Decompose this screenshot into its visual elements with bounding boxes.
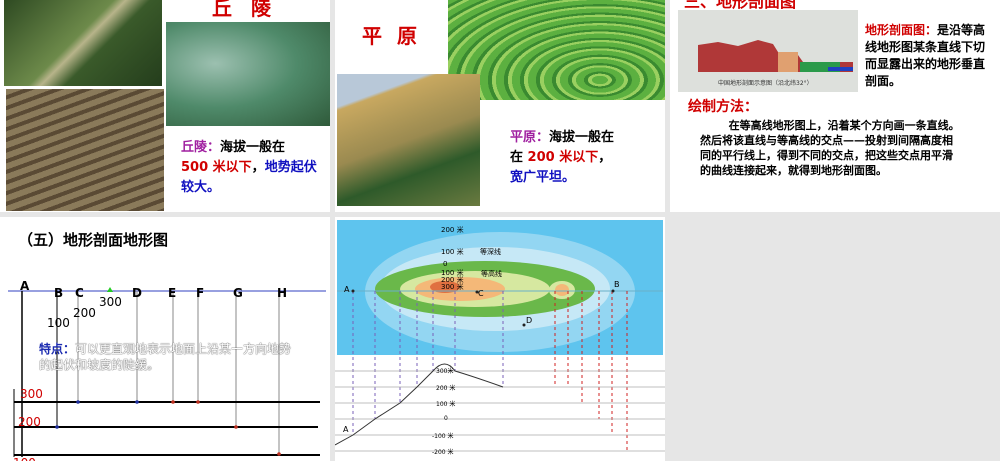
- map-point-d: D: [526, 316, 533, 325]
- profile-construction-drawing: [8, 287, 326, 457]
- profile-level-minus-200: -200 米: [432, 449, 454, 456]
- slide-title: 平 原: [362, 24, 417, 48]
- contour-label-300: 300: [99, 295, 122, 309]
- map-point-c: C: [478, 289, 484, 298]
- map-label-0: 0: [443, 260, 448, 268]
- contour-label-100: 100: [47, 316, 70, 330]
- point-label-c: C: [75, 286, 84, 300]
- map-label-contour-line: 等高线: [481, 270, 502, 278]
- plains-description: 平原：海拔一般在 在 200 米以下， 宽广平坦。: [510, 130, 615, 185]
- profile-level-0: 0: [444, 415, 448, 422]
- point-label-b: B: [54, 286, 64, 300]
- map-point-a: A: [344, 285, 350, 294]
- point-label-d: D: [132, 286, 142, 300]
- map-label-200-depth: 200 米: [441, 226, 464, 234]
- profile-level-100: 100 米: [436, 401, 456, 408]
- feature-text: 特点：可以更直观地表示地面上沿某一方向地势的起伏和坡度的陡缓。: [39, 342, 292, 372]
- method-heading: 绘制方法：: [688, 99, 758, 115]
- profile-level-200: 200 米: [436, 385, 456, 392]
- map-label-300-height: 300 米: [441, 283, 464, 291]
- definition-text: 地形剖面图：是沿等高线地形图某条直线下切而显露出来的地形垂直剖面。: [865, 23, 986, 88]
- profile-point-a: A: [343, 425, 349, 434]
- terraced-fields-photo: [448, 0, 665, 100]
- level-label-200: 200: [18, 415, 41, 429]
- slide-thumbnail-contour-profile[interactable]: 200 米 100 米 等深线 0 100 米 200 米 300 米 等高线 …: [335, 217, 665, 461]
- hills-description: 丘陵：海拔一般在 500 米以下，地势起伏较大。: [181, 140, 317, 195]
- slide-title: 丘 陵: [212, 0, 271, 20]
- map-label-depth-line: 等深线: [480, 248, 501, 256]
- river-plain-photo: [337, 74, 480, 206]
- slide-thumbnail-plains[interactable]: 平 原 平原：海拔一般在 在 200 米以下， 宽广平坦。: [335, 0, 665, 212]
- method-text: 在等高线地形图上，沿着某个方向画一条直线。然后将该直线与等高线的交点——投射到间…: [700, 119, 960, 177]
- point-label-e: E: [168, 286, 177, 300]
- china-profile-figure: 中国地形剖面示意图（沿北纬32°）: [678, 10, 858, 92]
- map-point-b: B: [614, 280, 620, 289]
- village-photo: [4, 0, 162, 86]
- point-label-a: A: [20, 279, 30, 293]
- point-label-g: G: [233, 286, 243, 300]
- map-label-100-depth: 100 米: [441, 248, 464, 256]
- hills-photo: [166, 22, 330, 126]
- slide-thumbnail-profile-drawing[interactable]: （五）地形剖面地形图 A B C D E F G H 100 200 300 特…: [0, 217, 330, 461]
- point-label-f: F: [196, 286, 205, 300]
- point-label-h: H: [277, 286, 288, 300]
- contour-label-200: 200: [73, 306, 96, 320]
- profile-level-300: 300米: [436, 368, 454, 375]
- profile-level-minus-100: -100 米: [432, 433, 454, 440]
- canyon-photo: [6, 89, 164, 211]
- level-label-100: 100: [13, 456, 36, 461]
- figure-caption: 中国地形剖面示意图（沿北纬32°）: [718, 80, 813, 87]
- slide-thumbnail-hills[interactable]: 丘 陵 丘陵：海拔一般在 500 米以下，地势起伏较大。: [0, 0, 330, 212]
- slide-thumbnail-profile-definition[interactable]: 三、地形剖面图 中国地形剖面示意图（沿北纬32°） 地形剖面图：是沿等高线地形图…: [670, 0, 1000, 212]
- level-label-300: 300: [20, 387, 43, 401]
